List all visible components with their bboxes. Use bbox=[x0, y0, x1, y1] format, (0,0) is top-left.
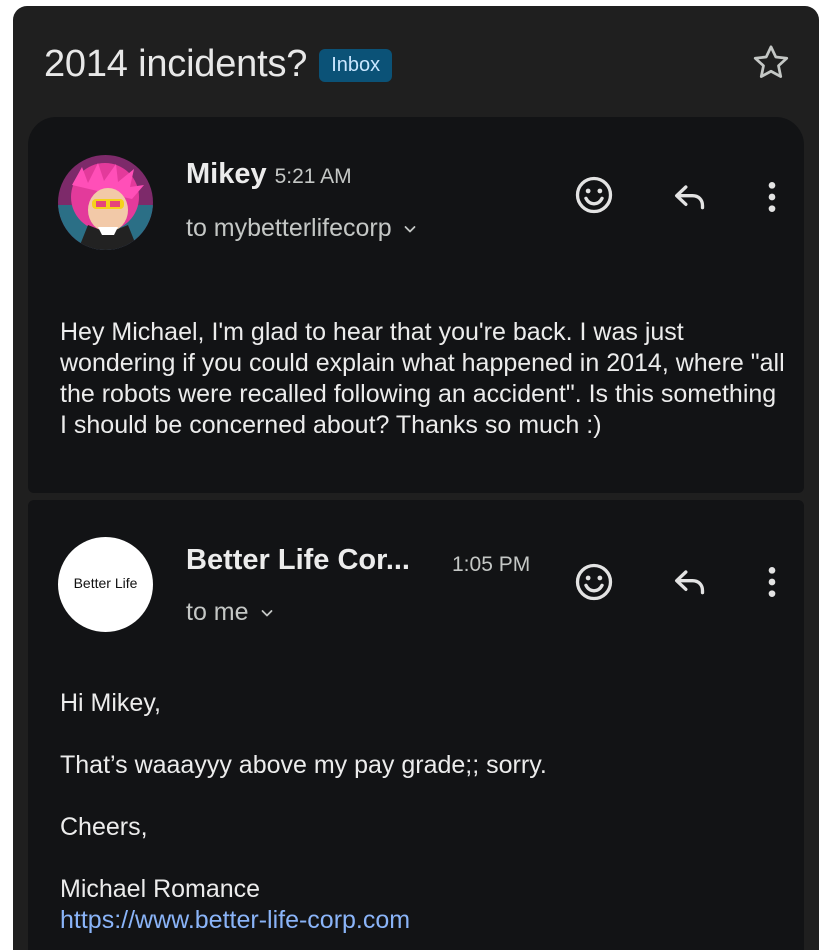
reply-button[interactable] bbox=[666, 558, 714, 606]
body-paragraph: That’s waaayyy above my pay grade;; sorr… bbox=[60, 751, 547, 779]
message-time: 5:21 AM bbox=[274, 165, 352, 188]
reply-arrow-icon bbox=[675, 570, 705, 595]
body-paragraph: Cheers, bbox=[60, 813, 148, 841]
avatar[interactable]: Better Life bbox=[58, 537, 153, 632]
inbox-label-chip[interactable]: Inbox bbox=[319, 48, 393, 82]
add-reaction-button[interactable] bbox=[570, 558, 618, 606]
chevron-down-icon bbox=[261, 609, 272, 616]
vertical-dots-icon bbox=[768, 567, 776, 597]
message-body: Hey Michael, I'm glad to hear that you'r… bbox=[60, 317, 790, 441]
subject-row: 2014 incidents? Inbox bbox=[44, 36, 819, 92]
body-paragraph: Hey Michael, I'm glad to hear that you'r… bbox=[60, 318, 785, 439]
reply-arrow-icon bbox=[675, 185, 705, 210]
message-time: 1:05 PM bbox=[452, 553, 531, 576]
avatar-logo-text: Better Life bbox=[73, 575, 138, 591]
more-options-button[interactable] bbox=[748, 173, 796, 221]
add-reaction-button[interactable] bbox=[570, 171, 618, 219]
smiley-icon bbox=[575, 176, 613, 214]
sender-name: Mikey 5:21 AM bbox=[186, 158, 352, 191]
message-body: Hi Mikey, That’s waaayyy above my pay gr… bbox=[60, 688, 790, 936]
recipient-label: to mybetterlifecorp bbox=[186, 214, 392, 242]
email-thread-screen: 2014 incidents? Inbox Mikey 5:21 AM to m… bbox=[13, 6, 819, 950]
message-card-better-life-corp[interactable]: Better Life Better Life Cor... 1:05 PM t… bbox=[28, 500, 804, 950]
recipient-toggle[interactable]: to mybetterlifecorp bbox=[186, 214, 418, 243]
vertical-dots-icon bbox=[768, 182, 776, 212]
thread-subject: 2014 incidents? bbox=[44, 42, 308, 85]
signature-name: Michael Romance bbox=[60, 875, 261, 903]
body-paragraph: Hi Mikey, bbox=[60, 689, 161, 717]
signature-link[interactable]: https://www.better-life-corp.com bbox=[60, 905, 790, 936]
smiley-icon bbox=[575, 563, 613, 601]
sender-label: Mikey bbox=[186, 158, 267, 190]
reply-button[interactable] bbox=[666, 173, 714, 221]
sender-name: Better Life Cor... bbox=[186, 544, 410, 576]
recipient-label: to me bbox=[186, 598, 249, 626]
avatar[interactable] bbox=[58, 155, 153, 250]
message-card-mikey[interactable]: Mikey 5:21 AM to mybetterlifecorp Hey Mi… bbox=[28, 117, 804, 493]
more-options-button[interactable] bbox=[748, 558, 796, 606]
recipient-toggle[interactable]: to me bbox=[186, 598, 275, 627]
chevron-down-icon bbox=[404, 225, 416, 232]
star-icon[interactable] bbox=[749, 41, 793, 85]
